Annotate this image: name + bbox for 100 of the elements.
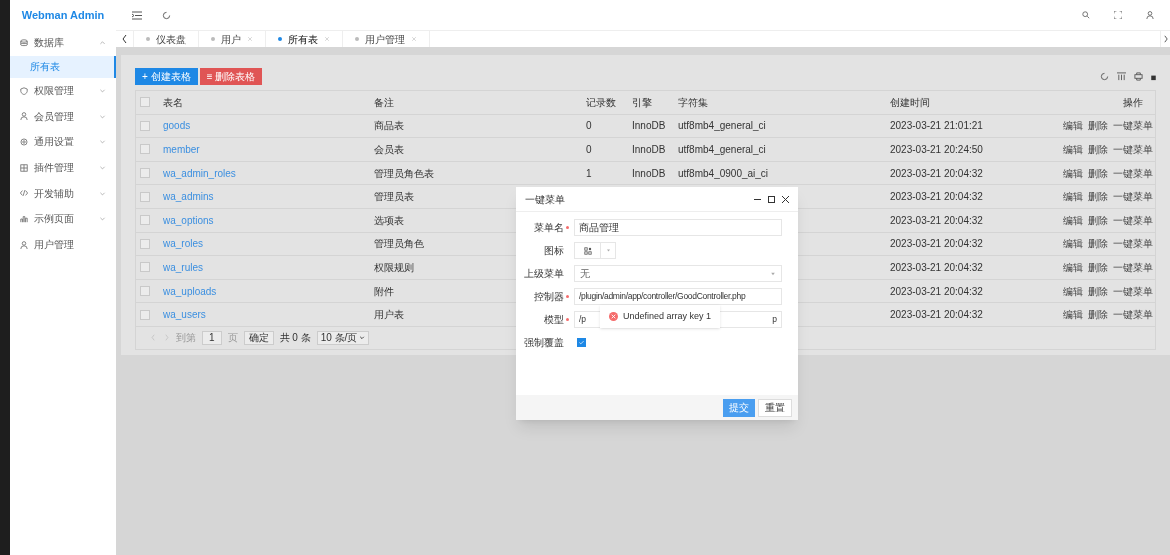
- table-cell: 2023-03-21 20:04:32: [890, 214, 983, 226]
- dialog-title: 一键菜单: [525, 192, 565, 207]
- checkbox[interactable]: [140, 309, 150, 320]
- user-icon: [20, 240, 28, 249]
- icon-picker[interactable]: [574, 242, 616, 259]
- action-link[interactable]: 编辑: [1063, 118, 1083, 134]
- field-label: 菜单名: [534, 221, 564, 235]
- sidebar-item[interactable]: 会员管理: [10, 103, 116, 130]
- sidebar-item[interactable]: 用户管理: [10, 231, 116, 258]
- refresh-icon[interactable]: [1100, 71, 1109, 81]
- maximize-icon[interactable]: [768, 195, 775, 203]
- database-icon: [20, 38, 28, 47]
- action-link[interactable]: 编辑: [1063, 283, 1083, 299]
- action-link[interactable]: 编辑: [1063, 259, 1083, 275]
- reset-button[interactable]: 重置: [758, 398, 792, 417]
- search-icon[interactable]: [1082, 11, 1090, 19]
- plugin-icon: [20, 163, 28, 172]
- sidebar-item[interactable]: 开发辅助: [10, 180, 116, 207]
- checkbox[interactable]: [140, 120, 150, 131]
- table-cell: 管理员角色: [374, 238, 424, 250]
- checkbox[interactable]: [140, 168, 150, 179]
- column-header: 备注: [374, 96, 394, 108]
- user-icon[interactable]: [1146, 11, 1154, 19]
- checkbox[interactable]: [140, 97, 150, 108]
- sidebar-item[interactable]: 通用设置: [10, 129, 116, 155]
- action-link[interactable]: 删除: [1088, 236, 1108, 252]
- action-link[interactable]: 删除: [1088, 142, 1108, 157]
- check-icon: [578, 339, 585, 346]
- page-input[interactable]: 1: [202, 330, 222, 345]
- table-cell: utf8mb4_general_ci: [678, 144, 766, 155]
- checkbox[interactable]: [140, 262, 150, 273]
- action-link[interactable]: 一键菜单: [1113, 189, 1153, 205]
- action-link[interactable]: 删除: [1088, 307, 1108, 323]
- sidebar-item[interactable]: 示例页面: [10, 206, 116, 232]
- menu-icon[interactable]: [132, 10, 142, 20]
- print-icon[interactable]: [1134, 71, 1143, 81]
- chart-icon: [20, 214, 28, 223]
- table-cell: 1: [586, 167, 592, 179]
- table-cell: 商品表: [374, 120, 404, 132]
- confirm-button[interactable]: 确定: [243, 330, 274, 345]
- action-link[interactable]: 删除: [1088, 212, 1108, 228]
- action-link[interactable]: 删除: [1088, 283, 1108, 299]
- table-cell: 0: [586, 120, 592, 132]
- fullscreen-icon[interactable]: [1114, 11, 1122, 19]
- action-link[interactable]: 编辑: [1063, 142, 1083, 157]
- caret-icon: [605, 248, 611, 253]
- checkbox[interactable]: [140, 144, 150, 155]
- sidebar-item[interactable]: 数据库: [10, 30, 116, 56]
- field-label: 控制器: [534, 290, 564, 304]
- gear-icon: [20, 137, 28, 146]
- checkbox[interactable]: [140, 286, 150, 297]
- caret-icon: [359, 334, 366, 341]
- refresh-icon[interactable]: [162, 10, 171, 20]
- action-link[interactable]: 删除: [1088, 118, 1108, 134]
- action-link[interactable]: 一键菜单: [1113, 118, 1153, 134]
- table-cell: 2023-03-21 20:04:32: [890, 191, 983, 203]
- table-cell: 用户表: [374, 309, 404, 321]
- toast-message: Undefined array key 1: [623, 309, 712, 323]
- action-link[interactable]: 编辑: [1063, 307, 1083, 323]
- action-link[interactable]: 一键菜单: [1113, 283, 1153, 299]
- checkbox[interactable]: [140, 215, 150, 226]
- action-link[interactable]: 编辑: [1063, 212, 1083, 228]
- total-count: 共 0 条: [279, 331, 311, 346]
- columns-icon[interactable]: [1117, 71, 1126, 81]
- table-cell: 附件: [374, 285, 394, 297]
- sidebar-item[interactable]: 权限管理: [10, 77, 116, 104]
- pager-label: 页: [227, 331, 238, 346]
- delete-table-button[interactable]: ≡ 删除表格: [199, 67, 263, 85]
- table-cell: 2023-03-21 20:24:50: [890, 144, 983, 155]
- page-size-select[interactable]: 10 条/页: [316, 330, 370, 345]
- action-link[interactable]: 一键菜单: [1113, 212, 1153, 228]
- action-link[interactable]: 一键菜单: [1113, 165, 1153, 181]
- field-label: 上级菜单: [524, 267, 564, 281]
- chevron-left-icon[interactable]: [122, 35, 127, 43]
- action-link[interactable]: 一键菜单: [1113, 307, 1153, 323]
- select-field[interactable]: 无: [574, 265, 782, 282]
- chevron-left-icon: [150, 334, 157, 342]
- action-link[interactable]: 一键菜单: [1113, 142, 1153, 157]
- action-link[interactable]: 编辑: [1063, 236, 1083, 252]
- table-cell: InnoDB: [632, 167, 666, 179]
- action-link[interactable]: 删除: [1088, 259, 1108, 275]
- create-table-button[interactable]: + 创建表格: [135, 67, 198, 85]
- field-label: 强制覆盖: [524, 336, 564, 350]
- table-cell: 2023-03-21 20:04:32: [890, 309, 983, 321]
- chevron-right-icon[interactable]: [1163, 35, 1168, 43]
- input-field[interactable]: 商品管理: [574, 219, 782, 236]
- action-link[interactable]: 一键菜单: [1113, 236, 1153, 252]
- checkbox[interactable]: [140, 191, 150, 202]
- chevron-right-icon: [163, 334, 170, 342]
- action-link[interactable]: 一键菜单: [1113, 259, 1153, 275]
- close-icon[interactable]: [782, 195, 789, 203]
- sidebar-item[interactable]: 插件管理: [10, 154, 116, 181]
- action-link[interactable]: 删除: [1088, 165, 1108, 181]
- action-link[interactable]: 编辑: [1063, 189, 1083, 205]
- checkbox[interactable]: [140, 238, 150, 249]
- action-link[interactable]: 删除: [1088, 189, 1108, 205]
- table-cell: 0: [586, 144, 592, 155]
- action-link[interactable]: 编辑: [1063, 165, 1083, 181]
- input-field[interactable]: /plugin/admin/app/controller/GoodController.php: [574, 288, 782, 305]
- checkbox[interactable]: [577, 338, 586, 347]
